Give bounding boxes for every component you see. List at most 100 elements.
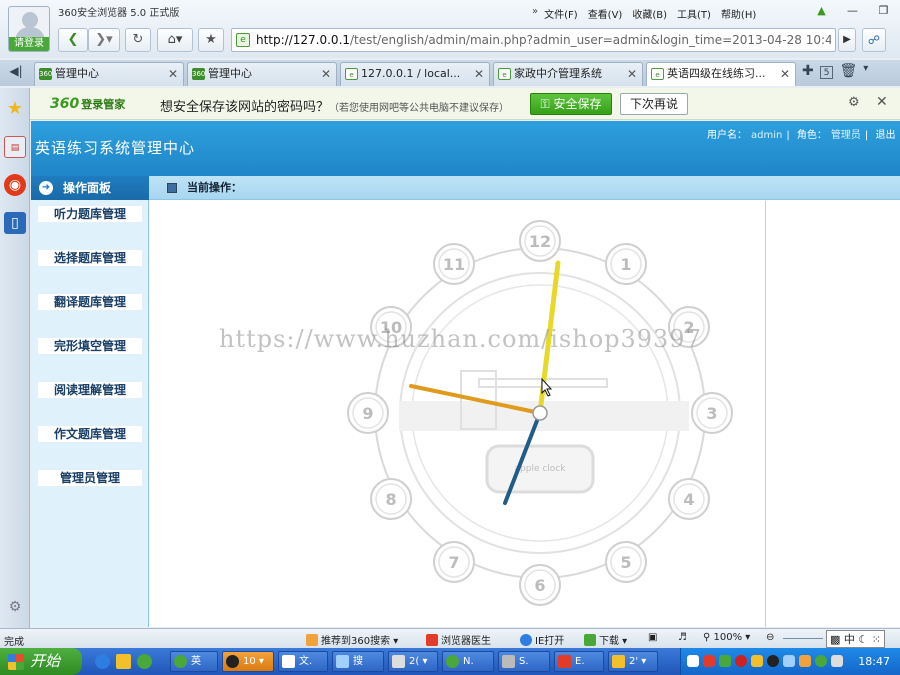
browser-doctor-button[interactable]: 浏览器医生 [426, 632, 491, 647]
page-icon: e [236, 33, 250, 47]
zoom-out-icon[interactable]: ⊖ [766, 632, 774, 643]
news-icon[interactable]: ▤ [4, 136, 26, 158]
task-search[interactable]: 搜 [332, 651, 384, 672]
ie-open-button[interactable]: IE打开 [520, 632, 564, 647]
tab-close-icon[interactable]: ✕ [780, 63, 790, 85]
skin-icon[interactable]: ▲ [806, 2, 837, 20]
zoom-slider[interactable] [783, 638, 823, 639]
tab-count-badge[interactable]: 5 [819, 66, 834, 79]
menu-cloze[interactable]: 完形填空管理 [37, 337, 143, 355]
recommend-label: 推荐到360搜索 [321, 636, 391, 647]
weibo-icon[interactable]: ◉ [4, 174, 26, 196]
current-operation-bar: 当前操作： [149, 176, 900, 200]
user-label: 用户名： [707, 130, 747, 141]
restore-icon[interactable]: ❐ [868, 2, 899, 20]
new-tab-icon[interactable]: ✚ [802, 63, 814, 79]
download-button[interactable]: 下载 ▾ [584, 632, 627, 647]
favorites-star-icon[interactable]: ★ [4, 98, 26, 120]
recommend-search-button[interactable]: 推荐到360搜索 ▾ [306, 632, 398, 647]
tab-close-icon[interactable]: ✕ [474, 63, 484, 85]
tray-security-icon[interactable] [815, 655, 827, 667]
menu-listening-bank[interactable]: 听力题库管理 [37, 205, 143, 223]
zoom-control[interactable]: ⚲ 100% ▾ [703, 632, 750, 643]
back-button[interactable]: ❮ [58, 28, 88, 52]
home-button[interactable]: ⌂▾ [157, 28, 193, 52]
close-icon[interactable]: ✕ [876, 94, 888, 110]
menu-choice-bank[interactable]: 选择题库管理 [37, 249, 143, 267]
menu-help[interactable]: 帮助(H) [721, 6, 756, 21]
system-clock[interactable]: 18:47 [858, 655, 890, 668]
start-button[interactable]: 开始 [0, 648, 82, 675]
menu-file[interactable]: 文件(F) [544, 6, 578, 21]
tab-localhost[interactable]: e 127.0.0.1 / local... ✕ [340, 62, 490, 86]
tray-update-icon[interactable] [799, 655, 811, 667]
folder-quick-icon[interactable] [116, 654, 131, 669]
task-group-2[interactable]: 2( ▾ [388, 651, 438, 672]
mobile-icon[interactable]: ▯ [4, 212, 26, 234]
360-quick-icon[interactable] [137, 654, 152, 669]
screen-icon[interactable]: ▣ [648, 632, 657, 643]
user-avatar[interactable]: 请登录 [8, 6, 50, 52]
tray-qq-icon[interactable] [767, 655, 779, 667]
zoom-value: 100% [713, 632, 743, 643]
system-banner: 英语练习系统管理中心 用户名： admin | 角色： 管理员 | 退出 [31, 121, 900, 176]
status-bar: 完成 推荐到360搜索 ▾ 浏览器医生 IE打开 下载 ▾ ▣ ♬ ⚲ 100%… [0, 628, 900, 648]
tab-close-icon[interactable]: ✕ [321, 63, 331, 85]
trash-icon[interactable]: 🗑 [839, 63, 857, 79]
forward-button[interactable]: ❯▾ [88, 28, 120, 52]
menu-tools[interactable]: 工具(T) [677, 6, 711, 21]
tab-label: 127.0.0.1 / local... [361, 67, 461, 80]
tray-app-icon[interactable] [703, 655, 715, 667]
brand-suffix: 登录管家 [81, 98, 126, 111]
svg-text:12: 12 [529, 232, 551, 251]
task-qq[interactable]: 10 ▾ [222, 651, 274, 672]
page-icon: e [345, 68, 358, 80]
tray-shield-icon[interactable] [751, 655, 763, 667]
tray-360-icon[interactable] [719, 655, 731, 667]
task-english[interactable]: 英 [170, 651, 218, 672]
tab-admin-1[interactable]: 360 管理中心 ✕ [34, 62, 184, 86]
task-document[interactable]: 文. [278, 651, 328, 672]
ime-indicator[interactable]: ▩ 中 ☾ ⁙ [826, 630, 885, 648]
minimize-icon[interactable]: — [837, 2, 868, 20]
user-info: 用户名： admin | 角色： 管理员 | 退出 [707, 126, 895, 141]
menu-favorites[interactable]: 收藏(B) [632, 6, 667, 21]
tab-english-practice[interactable]: e 英语四级在线练习... ✕ [646, 62, 796, 86]
shield-icon[interactable]: ☍ [862, 28, 886, 52]
settings-gear-icon[interactable]: ⚙ [4, 596, 26, 618]
menu-more-icon[interactable]: » [532, 6, 538, 21]
task-e[interactable]: E. [554, 651, 604, 672]
tray-volume-icon[interactable] [831, 655, 843, 667]
ie-icon [520, 634, 532, 646]
refresh-button[interactable]: ↻ [125, 28, 151, 52]
menu-reading[interactable]: 阅读理解管理 [37, 381, 143, 399]
logout-link[interactable]: 退出 [875, 130, 895, 141]
volume-icon[interactable]: ♬ [678, 632, 687, 643]
tab-admin-2[interactable]: 360 管理中心 ✕ [187, 62, 337, 86]
menu-admin-manage[interactable]: 管理员管理 [37, 469, 143, 487]
address-bar[interactable]: e http://127.0.0.1/test/english/admin/ma… [231, 28, 836, 52]
tray-media-icon[interactable] [735, 655, 747, 667]
task-s[interactable]: S. [498, 651, 550, 672]
sidebar-toggle-icon[interactable]: ◀| [4, 64, 28, 82]
later-button[interactable]: 下次再说 [620, 93, 688, 115]
tab-close-icon[interactable]: ✕ [627, 63, 637, 85]
menu-essay-bank[interactable]: 作文题库管理 [37, 425, 143, 443]
tab-housekeeping[interactable]: e 家政中介管理系统 ✕ [493, 62, 643, 86]
url-text[interactable]: http://127.0.0.1/test/english/admin/main… [256, 33, 831, 47]
menu-view[interactable]: 查看(V) [588, 6, 623, 21]
chevron-down-icon[interactable]: ▾ [863, 63, 868, 79]
tray-ime-icon[interactable] [687, 655, 699, 667]
ie-quick-icon[interactable] [95, 654, 110, 669]
task-folder[interactable]: 2' ▾ [608, 651, 658, 672]
menu-translation-bank[interactable]: 翻译题库管理 [37, 293, 143, 311]
tab-close-icon[interactable]: ✕ [168, 63, 178, 85]
tray-network-icon[interactable] [783, 655, 795, 667]
login-button[interactable]: 请登录 [9, 37, 49, 51]
start-label: 开始 [30, 652, 61, 670]
gear-icon[interactable]: ⚙ [848, 95, 860, 110]
save-password-button[interactable]: ⚿ 安全保存 [530, 93, 612, 115]
favorite-star-button[interactable]: ★ [198, 28, 224, 52]
go-button[interactable]: ▶ [838, 28, 856, 52]
task-n[interactable]: N. [442, 651, 494, 672]
